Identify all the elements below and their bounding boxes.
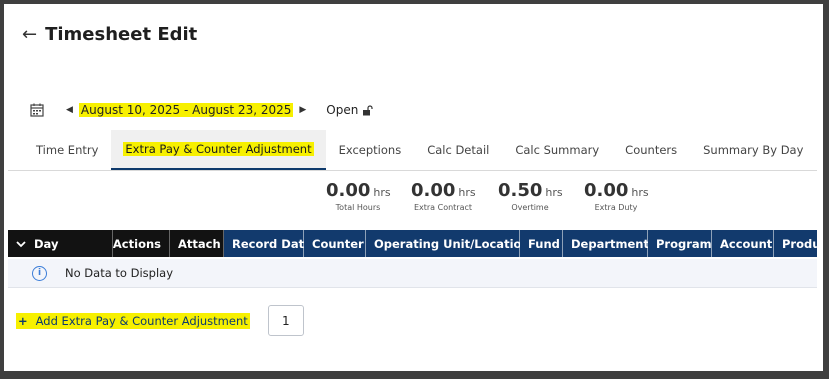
column-department[interactable]: Department [563,230,649,257]
stat-overtime: 0.50 hrs Overtime [498,180,563,212]
tab-bar: Time Entry Extra Pay & Counter Adjustmen… [8,130,817,171]
stat-label: Total Hours [335,203,381,212]
page-header: ← Timesheet Edit [22,24,197,45]
add-count-input[interactable]: 1 [267,305,304,336]
calendar-icon[interactable] [30,103,44,117]
column-label: Day [34,236,59,251]
column-counter[interactable]: Counter [304,230,366,257]
tab-exceptions[interactable]: Exceptions [326,130,415,170]
stat-unit: hrs [631,186,649,199]
column-record-date[interactable]: Record Date [224,230,312,257]
stat-unit: hrs [373,186,391,199]
stat-unit: hrs [458,186,476,199]
stat-extra-duty: 0.00 hrs Extra Duty [584,180,649,212]
tab-calc-detail[interactable]: Calc Detail [414,130,502,170]
column-actions[interactable]: Actions [113,230,170,257]
stat-value: 0.50 [498,180,543,201]
stat-label: Overtime [511,203,549,212]
tab-extra-pay-counter-adjustment[interactable]: Extra Pay & Counter Adjustment [111,130,326,170]
column-operating-unit-location[interactable]: Operating Unit/Location [366,230,530,257]
next-period-icon[interactable]: ▶ [299,105,306,115]
previous-period-icon[interactable]: ◀ [66,105,73,115]
tab-counters[interactable]: Counters [612,130,690,170]
stat-value: 0.00 [326,180,371,201]
chevron-down-icon[interactable] [16,240,26,248]
arrow-left-icon[interactable]: ← [22,24,37,45]
stat-value: 0.00 [584,180,629,201]
stat-total-hours: 0.00 hrs Total Hours [326,180,391,212]
period-status: Open [326,103,359,117]
stat-unit: hrs [545,186,563,199]
period-range: August 10, 2025 - August 23, 2025 [78,103,294,117]
pay-period-selector: ◀ August 10, 2025 - August 23, 2025 ▶ Op… [30,103,373,117]
column-product[interactable]: Produ [774,230,817,257]
column-account[interactable]: Account [712,230,774,257]
page-title: Timesheet Edit [45,24,198,45]
unlock-icon [363,104,373,115]
hours-summary: 0.00 hrs Total Hours 0.00 hrs Extra Contra… [8,180,817,220]
table-header: Day Actions Attach Record Date Counter O… [8,230,817,257]
stat-label: Extra Contract [413,203,473,212]
page-content: ← Timesheet Edit ◀ August 10, 2025 - Aug… [8,8,817,363]
stat-value: 0.00 [411,180,456,201]
column-attach[interactable]: Attach [170,230,224,257]
tab-label: Extra Pay & Counter Adjustment [123,142,314,156]
add-adjustment-row: + Add Extra Pay & Counter Adjustment 1 [16,305,304,336]
add-extra-pay-label: Add Extra Pay & Counter Adjustment [35,313,248,328]
column-fund[interactable]: Fund [520,230,563,257]
column-program[interactable]: Program [648,230,712,257]
window-frame: ← Timesheet Edit ◀ August 10, 2025 - Aug… [0,0,829,379]
empty-message: No Data to Display [65,266,173,280]
column-day[interactable]: Day [8,230,113,257]
tab-calc-summary[interactable]: Calc Summary [502,130,612,170]
tab-summary-by-day[interactable]: Summary By Day [690,130,816,170]
empty-table-row: i No Data to Display [8,259,817,288]
stat-label: Extra Duty [594,203,638,212]
tab-time-entry[interactable]: Time Entry [8,130,111,170]
plus-icon: + [18,313,28,328]
info-icon: i [32,265,47,281]
stat-extra-contract: 0.00 hrs Extra Contract [411,180,476,212]
add-extra-pay-button[interactable]: + Add Extra Pay & Counter Adjustment [16,312,250,329]
